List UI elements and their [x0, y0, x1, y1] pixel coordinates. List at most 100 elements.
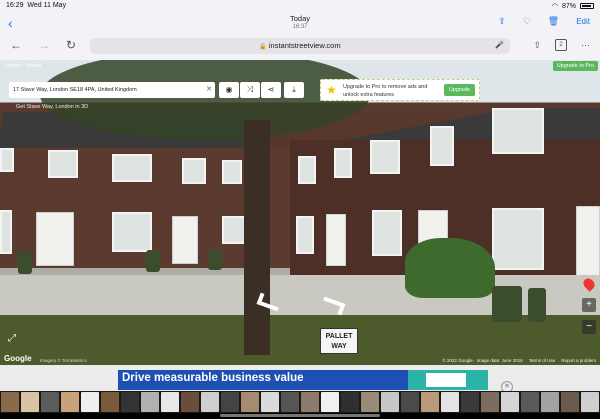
- wheelie-bin: [18, 252, 32, 274]
- status-date: Wed 11 May: [27, 2, 67, 9]
- photo-thumbnail[interactable]: [541, 392, 559, 412]
- download-icon[interactable]: ⤓: [284, 82, 304, 98]
- top-icons: ⇪ ♡ 🗑 Edit: [498, 16, 590, 27]
- window: [372, 210, 402, 256]
- photo-thumbnail[interactable]: [521, 392, 539, 412]
- more-icon[interactable]: ⋯: [581, 40, 590, 51]
- promo-upgrade-button[interactable]: Upgrade: [443, 84, 475, 96]
- photo-thumbnail[interactable]: [481, 392, 499, 412]
- photo-thumbnail[interactable]: [361, 392, 379, 412]
- window: [430, 126, 454, 166]
- trash-icon[interactable]: 🗑: [548, 16, 559, 27]
- photo-thumbnail[interactable]: [261, 392, 279, 412]
- photo-thumbnail[interactable]: [181, 392, 199, 412]
- door: [172, 216, 198, 264]
- window: [298, 156, 316, 184]
- expand-icon[interactable]: ⤢: [8, 333, 16, 344]
- window: [182, 158, 206, 184]
- wifi-icon: ◠: [551, 3, 558, 10]
- home-indicator[interactable]: [220, 414, 380, 417]
- ad-headline: Drive measurable business value: [122, 372, 304, 384]
- door: [36, 212, 74, 266]
- back-arrow-icon[interactable]: ←: [10, 38, 22, 52]
- window: [370, 140, 400, 174]
- photo-thumbnail[interactable]: [501, 392, 519, 412]
- clear-icon[interactable]: ✕: [206, 82, 212, 98]
- hedge: [405, 238, 495, 298]
- photo-thumbnail[interactable]: [341, 392, 359, 412]
- status-bar: 16:29 Wed 11 May ◠ 87%: [6, 2, 594, 12]
- zoom-in-button[interactable]: +: [582, 298, 596, 312]
- zoom-out-button[interactable]: −: [582, 320, 596, 334]
- photo-thumbnail[interactable]: [1, 392, 19, 412]
- map-footer: © 2022 Google · Image date: June 2016 Te…: [442, 358, 596, 363]
- photo-thumbnail[interactable]: [401, 392, 419, 412]
- ad-graphic-box: [426, 373, 466, 387]
- promo-text: Upgrade to Pro to remove ads and unlock …: [343, 84, 428, 98]
- nav-right: ⇧ 2 ⋯: [533, 39, 590, 51]
- photo-thumbnail[interactable]: [41, 392, 59, 412]
- terms-link[interactable]: Terms of Use: [529, 358, 556, 363]
- photo-thumbnail[interactable]: [101, 392, 119, 412]
- photo-thumbnail[interactable]: [301, 392, 319, 412]
- wheelie-bin: [528, 288, 546, 322]
- photo-thumbnail[interactable]: [381, 392, 399, 412]
- window: [334, 148, 352, 178]
- photo-thumbnail[interactable]: [321, 392, 339, 412]
- edit-button[interactable]: Edit: [576, 17, 590, 26]
- photo-thumbnail[interactable]: [81, 392, 99, 412]
- wheelie-bin: [208, 250, 222, 270]
- about-link[interactable]: About: [27, 63, 41, 69]
- window: [0, 148, 14, 172]
- window: [222, 216, 246, 244]
- photo-thumbnail[interactable]: [61, 392, 79, 412]
- wheelie-bin: [146, 250, 160, 272]
- photo-thumbnail[interactable]: [21, 392, 39, 412]
- photo-thumbnail[interactable]: [561, 392, 579, 412]
- door: [326, 214, 346, 266]
- upgrade-pro-button[interactable]: Upgrade to Pro: [552, 61, 598, 71]
- window: [296, 216, 314, 254]
- forward-arrow-icon[interactable]: →: [38, 38, 50, 52]
- photo-thumbnail[interactable]: [121, 392, 139, 412]
- shuffle-icon[interactable]: ⤨: [240, 82, 260, 98]
- photo-thumbnail[interactable]: [161, 392, 179, 412]
- address-search-input[interactable]: 17 Stave Way, London SE18 4PA, United Ki…: [9, 82, 215, 98]
- battery-icon: [580, 3, 594, 9]
- street-view-panorama[interactable]: Home About Upgrade to Pro 17 Stave Way, …: [0, 60, 600, 365]
- lock-icon: 🔒: [259, 44, 267, 50]
- globe-icon[interactable]: ◉: [219, 82, 239, 98]
- photo-thumbnail[interactable]: [141, 392, 159, 412]
- heart-icon[interactable]: ♡: [523, 16, 531, 27]
- status-clock: 16:29: [6, 2, 24, 9]
- photo-thumbnail[interactable]: [441, 392, 459, 412]
- 3d-link[interactable]: Get Stave Way, London in 3D: [16, 104, 88, 110]
- photo-thumbnail[interactable]: [221, 392, 239, 412]
- photo-thumbnail[interactable]: [421, 392, 439, 412]
- photo-thumbnail[interactable]: [281, 392, 299, 412]
- nav-buttons: ← → ↻: [10, 38, 76, 52]
- photo-thumbnail[interactable]: [581, 392, 599, 412]
- mic-icon[interactable]: 🎤: [495, 38, 504, 54]
- share-page-icon[interactable]: ⇧: [533, 40, 541, 51]
- report-link[interactable]: Report a problem: [561, 358, 596, 363]
- browser-chrome: 16:29 Wed 11 May ◠ 87% ‹ Today 16:37 ⇪ ♡…: [0, 0, 600, 60]
- photo-thumbnail[interactable]: [461, 392, 479, 412]
- photo-thumbnail-strip[interactable]: [0, 391, 600, 413]
- share-link-icon[interactable]: ⋖: [261, 82, 281, 98]
- photo-thumbnail[interactable]: [201, 392, 219, 412]
- battery-percent: 87%: [561, 2, 576, 10]
- imagery-credit: Imagery © TerraMetrics: [40, 358, 87, 363]
- home-link[interactable]: Home: [6, 63, 21, 69]
- wheelie-bin: [492, 286, 522, 322]
- tabs-button[interactable]: 2: [555, 39, 567, 51]
- street-sign-line1: PALLET: [325, 333, 353, 340]
- pegman-pin-icon[interactable]: [581, 276, 597, 292]
- advertisement-banner[interactable]: Drive measurable business value: [118, 370, 488, 390]
- address-bar[interactable]: 🔒 instantstreetview.com 🎤: [90, 38, 510, 54]
- photo-thumbnail[interactable]: [241, 392, 259, 412]
- reload-icon[interactable]: ↻: [66, 38, 76, 52]
- share-icon[interactable]: ⇪: [498, 16, 506, 27]
- tree-trunk: [244, 120, 270, 355]
- streetview-topnav: Home About: [6, 63, 41, 69]
